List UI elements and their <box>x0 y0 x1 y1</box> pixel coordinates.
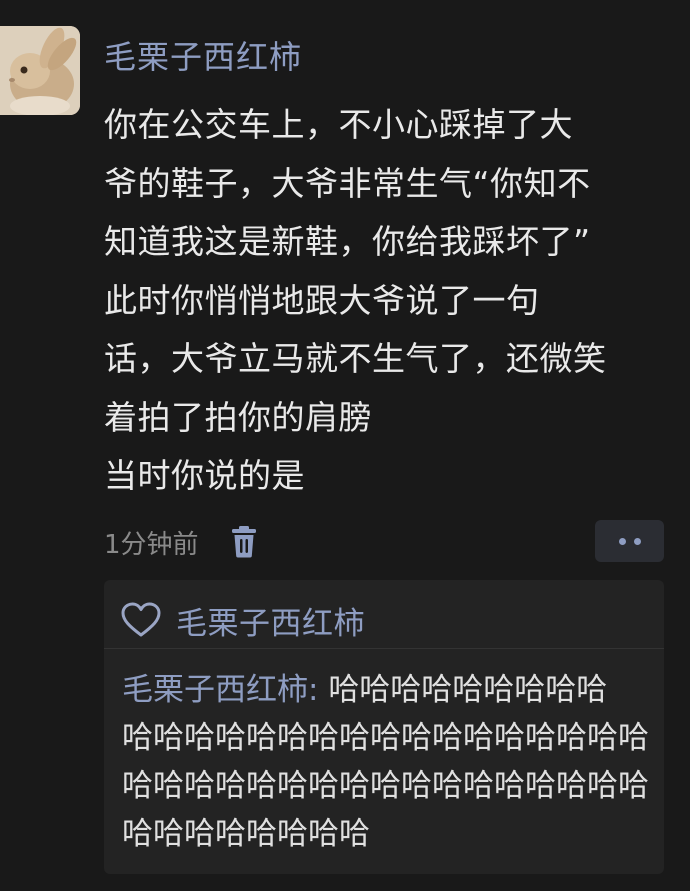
comment-line: 此时你悄悄地跟大爷说了一句 <box>104 280 540 320</box>
more-options-button[interactable] <box>595 520 664 562</box>
reply-author[interactable]: 毛栗子西红柿 <box>122 672 308 708</box>
reply-item: 毛栗子西红柿: 哈哈哈哈哈哈哈哈哈 哈哈哈哈哈哈哈哈哈哈哈哈哈哈哈哈哈 哈哈哈哈… <box>122 666 656 858</box>
avatar[interactable] <box>0 26 80 115</box>
delete-button[interactable] <box>229 524 259 560</box>
divider <box>104 648 664 649</box>
comment-time: 1分钟前 <box>104 529 199 560</box>
comment-line: 当时你说的是 <box>104 456 305 495</box>
heart-icon[interactable] <box>120 600 162 640</box>
rabbit-avatar-icon <box>0 26 80 115</box>
comment-line: 爷的鞋子，大爷非常生气“你知不 <box>104 163 591 203</box>
comment-username[interactable]: 毛栗子西红柿 <box>104 33 302 81</box>
reply-text-line: 哈哈哈哈哈哈哈哈哈哈哈哈哈哈哈哈哈 <box>122 768 649 804</box>
reply-separator: : <box>308 672 319 708</box>
liker-name[interactable]: 毛栗子西红柿 <box>176 598 365 643</box>
heart-outline <box>121 602 161 637</box>
comment-text: 你在公交车上，不小心踩掉了大 爷的鞋子，大爷非常生气“你知不 知道我这是新鞋，你… <box>104 96 664 506</box>
more-dots-icon <box>618 537 626 545</box>
trash-icon <box>231 526 256 558</box>
comment-line: 你在公交车上，不小心踩掉了大 <box>104 105 573 144</box>
comment-line: 知道我这是新鞋，你给我踩坏了” <box>104 222 591 261</box>
reply-text-line: 哈哈哈哈哈哈哈哈哈哈哈哈哈哈哈哈哈 <box>122 720 649 756</box>
reply-text-line: 哈哈哈哈哈哈哈哈 <box>122 816 370 852</box>
reply-panel: 毛栗子西红柿 毛栗子西红柿: 哈哈哈哈哈哈哈哈哈 哈哈哈哈哈哈哈哈哈哈哈哈哈哈哈… <box>104 580 664 874</box>
likes-row: 毛栗子西红柿 <box>120 590 365 650</box>
comment-line: 着拍了拍你的肩膀 <box>104 397 372 437</box>
more-dots-icon <box>633 537 641 545</box>
comment-meta: 1分钟前 <box>104 522 259 562</box>
comment-line: 话，大爷立马就不生气了，还微笑 <box>104 339 607 378</box>
reply-text-line: 哈哈哈哈哈哈哈哈哈 <box>328 672 608 708</box>
